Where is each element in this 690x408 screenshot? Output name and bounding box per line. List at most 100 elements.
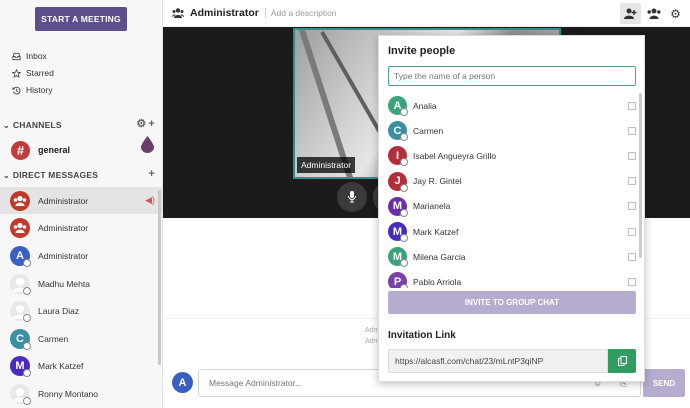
gear-icon: ⚙ xyxy=(670,6,681,21)
dm-label: Administrator xyxy=(38,222,89,233)
room-description[interactable]: Add a description xyxy=(264,8,337,18)
status-indicator xyxy=(23,396,31,405)
invite-person-row[interactable]: J Jay R. Gintel xyxy=(379,169,646,194)
invite-person-row[interactable]: P Pablo Arriola xyxy=(379,269,646,288)
invite-people-list: A Analia C Carmen I Isabel Angueyra Grillo J Ja… xyxy=(379,93,646,288)
dm-item[interactable]: Ronny Montano xyxy=(0,380,162,407)
dm-title: DIRECT MESSAGES xyxy=(12,170,99,180)
microphone-icon xyxy=(348,191,356,203)
user-avatar xyxy=(10,217,30,238)
person-name: Milena Garcia xyxy=(413,251,466,262)
invitation-link-title: Invitation Link xyxy=(388,330,456,341)
add-channel-icon[interactable]: + xyxy=(148,119,155,130)
start-meeting-button[interactable]: START A MEETING xyxy=(35,7,127,31)
status-indicator xyxy=(400,208,408,217)
channel-label: general xyxy=(38,145,71,155)
user-avatar xyxy=(10,300,31,322)
dm-item[interactable]: Laura Diaz xyxy=(0,297,162,324)
star-icon xyxy=(12,68,21,78)
invite-person-row[interactable]: M Mark Katzef xyxy=(379,219,646,244)
person-name: Jay R. Gintel xyxy=(413,176,462,187)
status-indicator xyxy=(400,158,408,167)
status-indicator xyxy=(400,183,408,192)
nav-inbox[interactable]: Inbox xyxy=(12,49,47,63)
add-dm-icon[interactable]: + xyxy=(148,169,155,180)
user-avatar xyxy=(10,273,31,295)
dm-item[interactable]: C Carmen xyxy=(0,325,162,352)
status-indicator xyxy=(23,313,31,322)
invite-person-row[interactable]: I Isabel Angueyra Grillo xyxy=(379,143,646,168)
dm-label: Mark Katzef xyxy=(38,360,84,371)
sidebar: START A MEETING Inbox Starred History ⌄ … xyxy=(0,0,163,408)
status-indicator xyxy=(400,284,408,288)
invite-list-scrollbar[interactable] xyxy=(639,93,642,258)
channel-item-general[interactable]: # general xyxy=(0,138,162,162)
person-avatar: C xyxy=(388,121,408,142)
chevron-down-icon: ⌄ xyxy=(3,120,10,130)
person-avatar: J xyxy=(388,171,408,192)
channel-avatar: # xyxy=(11,140,30,160)
person-name: Marianela xyxy=(413,201,451,212)
participant-name: Administrator xyxy=(297,157,356,173)
direct-messages-header[interactable]: ⌄ DIRECT MESSAGES + xyxy=(0,167,162,183)
dm-label: Carmen xyxy=(38,333,69,344)
drop-icon xyxy=(141,136,154,153)
nav-starred[interactable]: Starred xyxy=(12,66,54,80)
person-avatar: M xyxy=(388,196,408,217)
status-indicator xyxy=(400,133,408,142)
status-indicator xyxy=(23,341,31,350)
person-name: Analia xyxy=(413,100,437,111)
invitation-link-field[interactable]: https://alcasfl.com/chat/23/mLntP3qiNP xyxy=(388,349,608,373)
history-icon xyxy=(12,86,21,94)
nav-inbox-label: Inbox xyxy=(26,51,47,61)
app-window: START A MEETING Inbox Starred History ⌄ … xyxy=(0,0,690,408)
person-avatar: M xyxy=(388,222,408,242)
person-checkbox[interactable] xyxy=(628,252,636,261)
channels-header[interactable]: ⌄ CHANNELS ⚙ + xyxy=(0,117,162,133)
speaker-icon: ◀) xyxy=(145,195,155,205)
settings-button[interactable]: ⚙ xyxy=(665,3,686,24)
add-user-button[interactable] xyxy=(620,3,641,24)
invite-person-row[interactable]: C Carmen xyxy=(379,118,646,143)
person-checkbox[interactable] xyxy=(628,177,636,186)
invite-person-row[interactable]: M Milena Garcia xyxy=(379,244,646,269)
person-search-input[interactable] xyxy=(388,66,636,86)
dm-label: Administrator xyxy=(38,250,89,261)
status-indicator xyxy=(23,286,31,295)
person-checkbox[interactable] xyxy=(628,227,636,236)
status-indicator xyxy=(400,234,408,242)
person-avatar: P xyxy=(388,272,408,288)
person-checkbox[interactable] xyxy=(628,202,636,211)
person-checkbox[interactable] xyxy=(628,277,636,286)
person-checkbox[interactable] xyxy=(628,126,636,135)
dm-item[interactable]: Administrator ◀) xyxy=(0,187,162,214)
user-avatar xyxy=(10,383,31,405)
person-checkbox[interactable] xyxy=(628,151,636,160)
invite-person-row[interactable]: M Marianela xyxy=(379,194,646,219)
dm-item[interactable]: Madhu Mehta xyxy=(0,270,162,297)
nav-history[interactable]: History xyxy=(12,83,52,97)
dm-label: Administrator xyxy=(38,195,89,206)
members-button[interactable] xyxy=(643,3,664,24)
channels-title: CHANNELS xyxy=(12,120,62,130)
send-button[interactable]: SEND xyxy=(643,369,685,397)
inbox-icon xyxy=(12,52,21,60)
mic-button[interactable] xyxy=(337,182,367,212)
copy-link-button[interactable] xyxy=(608,349,636,373)
user-avatar: A xyxy=(10,245,31,267)
dm-item[interactable]: M Mark Katzef xyxy=(0,352,162,379)
sidebar-scrollbar[interactable] xyxy=(158,190,161,365)
person-avatar: A xyxy=(388,96,408,116)
gear-icon[interactable]: ⚙ xyxy=(136,119,146,130)
add-user-icon xyxy=(624,8,637,19)
dm-label: Madhu Mehta xyxy=(38,278,90,289)
status-indicator xyxy=(400,259,408,268)
invite-person-row[interactable]: A Analia xyxy=(379,93,646,118)
user-avatar[interactable]: A xyxy=(172,372,193,393)
dm-item[interactable]: A Administrator xyxy=(0,242,162,269)
invite-to-group-button[interactable]: INVITE TO GROUP CHAT xyxy=(388,291,636,314)
nav-starred-label: Starred xyxy=(26,68,54,78)
user-avatar: M xyxy=(10,355,31,377)
person-checkbox[interactable] xyxy=(628,101,636,110)
dm-item[interactable]: Administrator xyxy=(0,214,162,241)
